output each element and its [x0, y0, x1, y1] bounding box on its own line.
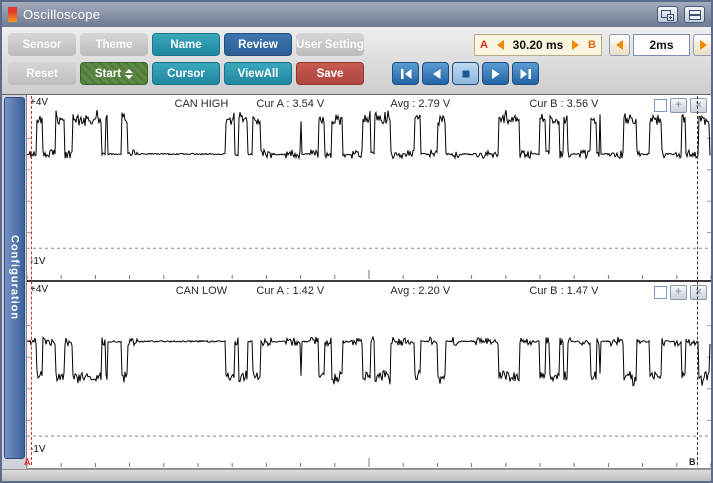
toolbar-row-2: Reset Start Cursor ViewAll Save — [8, 62, 711, 85]
reset-button[interactable]: Reset — [8, 62, 76, 85]
channel-can-low: +4V CAN LOW Cur A : 1.42 V Avg : 2.20 V … — [27, 282, 711, 469]
start-button[interactable]: Start — [80, 62, 148, 85]
stop-button[interactable] — [452, 62, 479, 85]
cursor-b-arrow-icon[interactable] — [572, 40, 579, 50]
timebase-control: 2ms — [609, 34, 713, 56]
cursor-a-line[interactable] — [31, 96, 32, 465]
configuration-tab[interactable]: Configuration — [4, 97, 25, 459]
step-back-button[interactable] — [422, 62, 449, 85]
cursor-time-range-display: A 30.20 ms B — [474, 34, 602, 56]
window-split-icon — [661, 9, 674, 21]
channel1-avg-value: Avg : 2.79 V — [390, 98, 450, 110]
timebase-increase-button[interactable] — [693, 34, 713, 56]
channel-can-high: +4V CAN HIGH Cur A : 3.54 V Avg : 2.79 V… — [27, 95, 711, 282]
cursor-b-label: B — [588, 39, 596, 51]
channel2-vmin-label: -1V — [30, 444, 46, 455]
channel2-vmax-label: +4V — [30, 284, 48, 295]
timebase-value[interactable]: 2ms — [633, 34, 690, 56]
start-button-label: Start — [95, 68, 121, 80]
window-stack-icon — [689, 9, 701, 21]
window-title: Oscilloscope — [23, 7, 651, 22]
channel1-vmax-label: +4V — [30, 97, 48, 108]
timebase-decrease-button[interactable] — [609, 34, 630, 56]
channel1-close-button[interactable]: × — [690, 98, 707, 113]
channel2-close-button[interactable]: × — [690, 285, 707, 300]
window-stack-button[interactable] — [684, 6, 705, 23]
channel2-avg-value: Avg : 2.20 V — [390, 285, 450, 297]
time-range-value: 30.20 ms — [513, 38, 564, 52]
playback-controls — [392, 62, 539, 85]
channel1-checkbox[interactable] — [654, 99, 667, 112]
theme-button[interactable]: Theme — [80, 33, 148, 56]
bottom-strip — [2, 469, 711, 481]
timebase-left-icon — [616, 40, 623, 50]
cursor-a-arrow-icon[interactable] — [497, 40, 504, 50]
channel1-vmin-label: -1V — [30, 256, 46, 267]
viewall-button[interactable]: ViewAll — [224, 62, 292, 85]
channel1-controls: + × — [654, 98, 707, 113]
save-button[interactable]: Save — [296, 62, 364, 85]
cursor-a-label: A — [480, 39, 488, 51]
channel2-name: CAN LOW — [176, 285, 227, 297]
sensor-button[interactable]: Sensor — [8, 33, 76, 56]
start-updown-icon — [125, 69, 133, 79]
titlebar: Oscilloscope — [2, 2, 711, 27]
review-button[interactable]: Review — [224, 33, 292, 56]
channel2-add-button[interactable]: + — [670, 285, 687, 300]
user-setting-button[interactable]: User Setting — [296, 33, 364, 56]
timebase-right-icon — [700, 40, 707, 50]
channel2-checkbox[interactable] — [654, 286, 667, 299]
stop-icon — [460, 68, 472, 80]
channel1-name: CAN HIGH — [175, 98, 229, 110]
window-split-button[interactable] — [657, 6, 678, 23]
cursor-b-line[interactable] — [697, 96, 698, 465]
cursor-a-marker: A — [24, 457, 31, 467]
scope-area: Configuration +4V CAN HIGH Cur A : 3.54 … — [2, 94, 711, 469]
cursor-b-marker: B — [689, 457, 696, 467]
configuration-tab-label: Configuration — [9, 235, 21, 320]
name-button[interactable]: Name — [152, 33, 220, 56]
step-back-icon — [430, 68, 442, 80]
channel2-cursor-a-value: Cur A : 1.42 V — [256, 285, 324, 297]
oscilloscope-window: Oscilloscope Sensor Theme Name Review Us… — [0, 0, 713, 483]
channel1-cursor-b-value: Cur B : 3.56 V — [529, 98, 598, 110]
waveform-can-low — [27, 282, 711, 468]
toolbar-row-1: Sensor Theme Name Review User Setting — [8, 33, 711, 56]
channel-stack: +4V CAN HIGH Cur A : 3.54 V Avg : 2.79 V… — [27, 95, 711, 469]
skip-end-icon — [519, 68, 533, 80]
play-button[interactable] — [482, 62, 509, 85]
channel1-cursor-a-value: Cur A : 3.54 V — [256, 98, 324, 110]
play-icon — [490, 68, 502, 80]
channel1-add-button[interactable]: + — [670, 98, 687, 113]
skip-end-button[interactable] — [512, 62, 539, 85]
toolbar: Sensor Theme Name Review User Setting Re… — [2, 27, 711, 94]
skip-start-button[interactable] — [392, 62, 419, 85]
channel2-controls: + × — [654, 285, 707, 300]
skip-start-icon — [399, 68, 413, 80]
app-icon — [8, 7, 17, 22]
sidebar-column: Configuration — [2, 95, 27, 469]
waveform-can-high — [27, 95, 711, 280]
channel2-cursor-b-value: Cur B : 1.47 V — [529, 285, 598, 297]
cursor-button[interactable]: Cursor — [152, 62, 220, 85]
